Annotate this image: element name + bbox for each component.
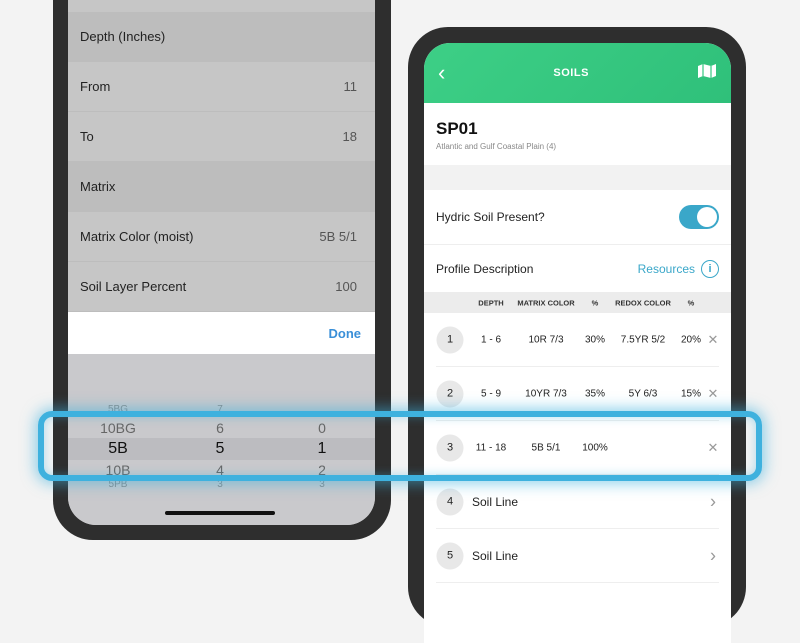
col-header: MATRIX COLOR bbox=[517, 298, 575, 307]
delete-icon[interactable]: ✕ bbox=[708, 332, 719, 348]
hydric-row: Hydric Soil Present? bbox=[424, 190, 731, 245]
row-number: 2 bbox=[436, 380, 464, 407]
row-to[interactable]: To 18 bbox=[68, 112, 375, 162]
depth: 5 - 9 bbox=[480, 388, 502, 399]
value: 100 bbox=[335, 279, 357, 294]
highlight-frame bbox=[38, 411, 762, 481]
label: Soil Layer Percent bbox=[80, 279, 187, 294]
matrix-color: 10R 7/3 bbox=[528, 334, 564, 345]
delete-icon[interactable]: ✕ bbox=[708, 386, 719, 402]
label: From bbox=[80, 79, 111, 94]
label: Depth (Inches) bbox=[80, 29, 166, 44]
row-soil-layer-percent[interactable]: Soil Layer Percent 100 bbox=[68, 262, 375, 312]
done-button[interactable]: Done bbox=[329, 326, 362, 341]
info-icon[interactable]: i bbox=[701, 259, 719, 278]
matrix-color: 10YR 7/3 bbox=[525, 388, 567, 399]
resources-label: Resources bbox=[637, 261, 695, 276]
depth: 1 - 6 bbox=[480, 334, 502, 345]
label: To bbox=[80, 129, 94, 144]
row-from[interactable]: From 11 bbox=[68, 62, 375, 112]
redox-color: 7.5YR 5/2 bbox=[620, 334, 666, 345]
resources-link[interactable]: Resources i bbox=[637, 259, 719, 278]
chevron-right-icon[interactable]: › bbox=[710, 545, 716, 566]
col-header: % bbox=[687, 298, 695, 307]
table-header: DEPTH MATRIX COLOR % REDOX COLOR % bbox=[424, 292, 731, 313]
col-header: % bbox=[591, 298, 599, 307]
value: 11 bbox=[343, 79, 358, 94]
plot-name: SP01 bbox=[436, 119, 478, 138]
app-header: ‹ SOILS bbox=[424, 43, 731, 103]
soil-line-row[interactable]: 5 Soil Line › bbox=[436, 529, 719, 583]
col-header: REDOX COLOR bbox=[615, 298, 671, 307]
row-matrix-color[interactable]: Matrix Color (moist) 5B 5/1 bbox=[68, 212, 375, 262]
row-number: 4 bbox=[436, 488, 464, 515]
home-indicator bbox=[165, 511, 275, 515]
row-number: 1 bbox=[436, 326, 464, 353]
soils-screen: ‹ SOILS SP01 Atlantic and Gulf Coastal Pl… bbox=[424, 43, 731, 643]
redox-color: 5Y 6/3 bbox=[628, 388, 658, 399]
section-matrix: Matrix bbox=[68, 162, 375, 212]
soil-line-label: Soil Line bbox=[472, 494, 519, 509]
picker-toolbar: Done bbox=[68, 312, 375, 354]
profile-label: Profile Description bbox=[436, 261, 534, 276]
value: 5B 5/1 bbox=[319, 229, 357, 244]
back-chevron-icon[interactable]: ‹ bbox=[438, 60, 445, 86]
region: Atlantic and Gulf Coastal Plain (4) bbox=[436, 142, 557, 151]
chevron-right-icon[interactable]: › bbox=[710, 491, 716, 512]
row-number: 5 bbox=[436, 542, 464, 569]
table-row[interactable]: 1 1 - 6 10R 7/3 30% 7.5YR 5/2 20% ✕ bbox=[436, 313, 719, 367]
matrix-percent: 35% bbox=[584, 388, 606, 399]
soil-line-row[interactable]: 4 Soil Line › bbox=[436, 475, 719, 529]
section-depth: Depth (Inches) bbox=[68, 12, 375, 62]
col-header: DEPTH bbox=[478, 298, 504, 307]
value: 18 bbox=[342, 129, 357, 144]
matrix-percent: 30% bbox=[584, 334, 606, 345]
label: Matrix Color (moist) bbox=[80, 229, 194, 244]
redox-percent: 20% bbox=[680, 334, 702, 345]
right-phone: ‹ SOILS SP01 Atlantic and Gulf Coastal Pl… bbox=[408, 27, 746, 643]
scrolled-area bbox=[68, 0, 375, 12]
soil-line-label: Soil Line bbox=[472, 548, 519, 563]
redox-percent: 15% bbox=[680, 388, 702, 399]
hydric-toggle[interactable] bbox=[679, 205, 719, 229]
page-title: SOILS bbox=[553, 67, 589, 79]
hydric-label: Hydric Soil Present? bbox=[436, 210, 545, 224]
map-icon[interactable] bbox=[697, 63, 717, 84]
label: Matrix bbox=[80, 179, 116, 194]
